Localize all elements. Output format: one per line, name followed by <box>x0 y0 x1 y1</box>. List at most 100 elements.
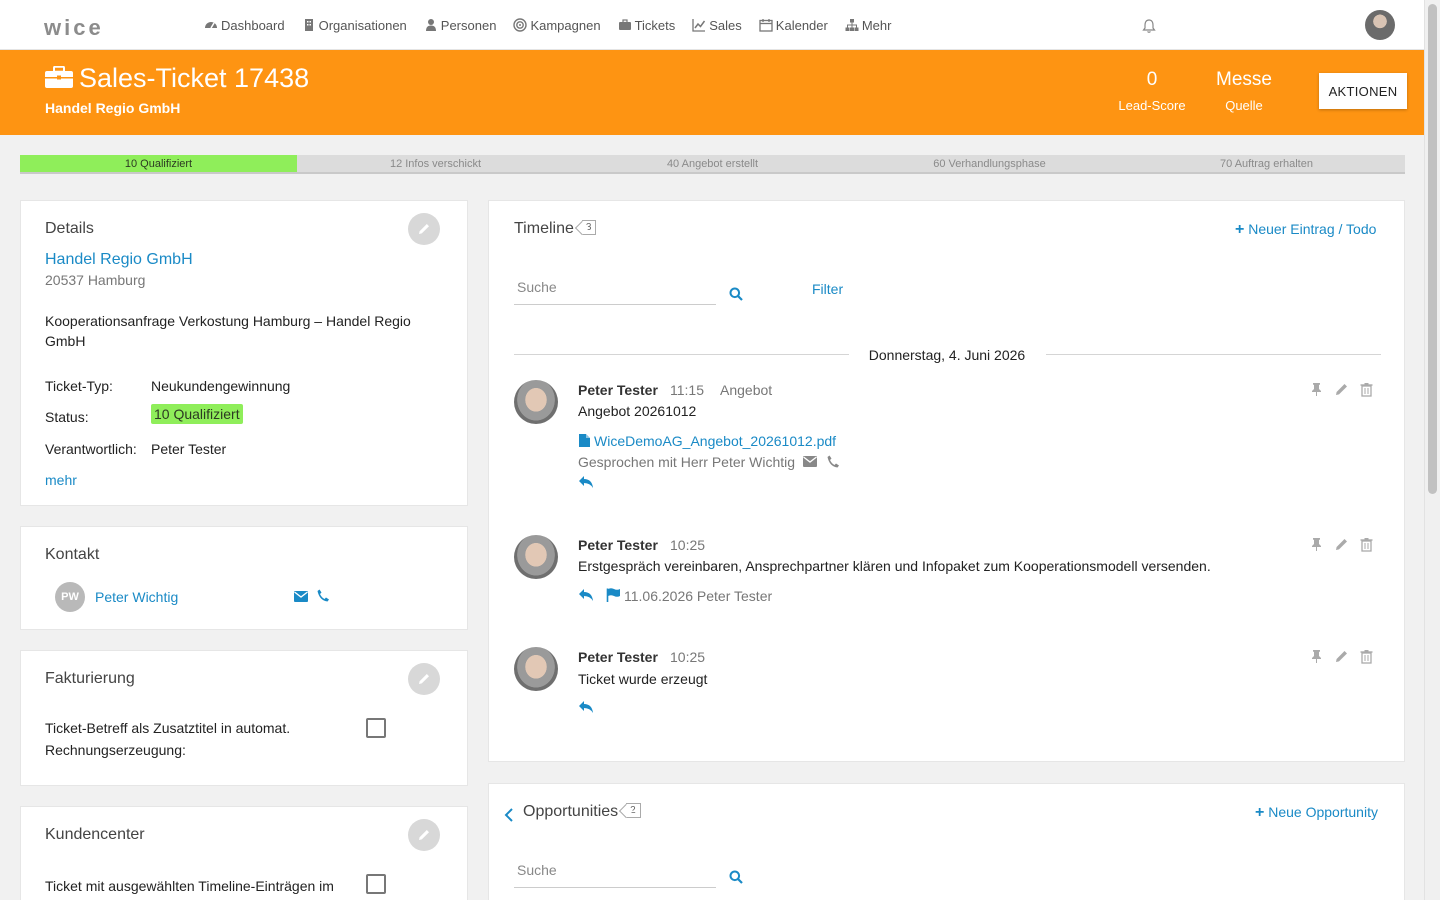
pipeline-stage[interactable]: 10 Qualifiziert <box>20 155 297 172</box>
lead-source-value: Messe <box>1216 69 1272 90</box>
timeline-heading-text: Timeline <box>514 220 574 237</box>
ticket-type-label: Ticket-Typ: <box>45 378 113 394</box>
user-icon <box>425 19 436 31</box>
chevron-left-icon[interactable] <box>504 808 514 822</box>
trash-icon[interactable] <box>1359 649 1374 664</box>
user-avatar[interactable] <box>1365 10 1395 40</box>
trash-icon[interactable] <box>1359 382 1374 397</box>
edit-details-button[interactable] <box>408 213 440 245</box>
lead-source-label: Quelle <box>1225 98 1263 113</box>
nav-organisationen[interactable]: Organisationen <box>302 18 407 33</box>
actions-button[interactable]: AKTIONEN <box>1319 73 1407 109</box>
more-link[interactable]: mehr <box>45 472 77 488</box>
nav-sales[interactable]: Sales <box>692 18 742 33</box>
entry-author[interactable]: Peter Tester <box>578 537 658 553</box>
entry-author[interactable]: Peter Tester <box>578 382 658 398</box>
contact-initials-avatar: PW <box>55 582 85 612</box>
reply-icon[interactable] <box>578 588 594 602</box>
notification-bell-icon[interactable] <box>1141 18 1157 34</box>
billing-card: Fakturierung Ticket-Betreff als Zusatzti… <box>20 650 468 786</box>
ticket-description: Kooperationsanfrage Verkostung Hamburg –… <box>45 313 411 349</box>
page-scrollbar[interactable] <box>1424 0 1440 900</box>
customer-center-checkbox[interactable] <box>366 874 386 894</box>
opportunities-card: Opportunities 2 + Neue Opportunity <box>488 783 1405 900</box>
pin-icon[interactable] <box>1309 382 1324 397</box>
phone-icon[interactable] <box>317 589 329 602</box>
entry-author-avatar[interactable] <box>514 647 558 691</box>
entry-tools <box>1309 382 1374 397</box>
briefcase-icon <box>45 66 73 88</box>
briefcase-icon <box>618 19 631 30</box>
nav-kampagnen[interactable]: Kampagnen <box>513 17 601 33</box>
edit-billing-button[interactable] <box>408 663 440 695</box>
entry-time: 11:15 <box>670 382 704 398</box>
details-heading: Details <box>45 220 94 237</box>
status-badge-text: 10 Qualifiziert <box>151 404 243 424</box>
phone-icon[interactable] <box>827 455 839 468</box>
pin-icon[interactable] <box>1309 649 1324 664</box>
app-logo[interactable]: wice <box>44 15 104 41</box>
nav-dashboard-label: Dashboard <box>221 17 285 33</box>
billing-checkbox[interactable] <box>366 718 386 738</box>
entry-time: 10:25 <box>670 537 706 553</box>
contact-heading: Kontakt <box>45 546 100 563</box>
dashboard-icon <box>205 22 217 29</box>
attachment-link[interactable]: WiceDemoAG_Angebot_20261012.pdf <box>594 433 836 449</box>
entry-text: Angebot 20261012 <box>578 403 697 419</box>
pencil-icon[interactable] <box>1334 537 1349 552</box>
nav-kalender[interactable]: Kalender <box>759 18 828 33</box>
contact-name-link[interactable]: Peter Wichtig <box>95 589 178 605</box>
opportunities-search-input[interactable] <box>514 852 716 888</box>
status-badge: 10 Qualifiziert <box>151 404 243 424</box>
pencil-icon <box>419 674 429 684</box>
trash-icon[interactable] <box>1359 537 1374 552</box>
new-opportunity-label: Neue Opportunity <box>1268 804 1378 820</box>
timeline-card: Timeline3 + Neuer Eintrag / Todo Filter … <box>488 200 1405 762</box>
pencil-icon[interactable] <box>1334 649 1349 664</box>
reply-icon[interactable] <box>578 475 594 489</box>
nav-tickets[interactable]: Tickets <box>618 17 676 33</box>
main-menu: Dashboard Organisationen Personen Kampag… <box>204 0 908 50</box>
search-icon[interactable] <box>729 870 743 884</box>
entry-author-avatar[interactable] <box>514 380 558 424</box>
opportunities-count-badge: 2 <box>626 803 641 818</box>
pipeline-stage[interactable]: 60 Verhandlungsphase <box>851 155 1128 172</box>
nav-tickets-label: Tickets <box>634 17 676 33</box>
search-icon[interactable] <box>729 287 743 301</box>
company-link[interactable]: Handel Regio GmbH <box>45 251 193 269</box>
pencil-icon[interactable] <box>1334 382 1349 397</box>
pipeline-stage[interactable]: 12 Infos verschickt <box>297 155 574 172</box>
nav-kampagnen-label: Kampagnen <box>530 17 601 33</box>
timeline-heading: Timeline 3 <box>514 220 597 238</box>
pipeline-stage[interactable]: 40 Angebot erstellt <box>574 155 851 172</box>
pipeline-stage[interactable]: 70 Auftrag erhalten <box>1128 155 1405 172</box>
scrollbar-thumb[interactable] <box>1428 4 1437 494</box>
new-opportunity-button[interactable]: + Neue Opportunity <box>1255 804 1378 822</box>
email-icon[interactable] <box>294 591 308 602</box>
date-divider: Donnerstag, 4. Juni 2026 <box>868 347 1026 363</box>
entry-author-avatar[interactable] <box>514 535 558 579</box>
nav-mehr-label: Mehr <box>861 17 892 33</box>
entry-tools <box>1309 537 1374 552</box>
nav-mehr[interactable]: Mehr <box>845 17 892 33</box>
billing-heading: Fakturierung <box>45 670 135 687</box>
filter-link[interactable]: Filter <box>812 281 843 297</box>
building-icon <box>304 19 313 31</box>
entry-author[interactable]: Peter Tester <box>578 649 658 665</box>
lead-source: Messe Quelle <box>1208 69 1280 113</box>
opportunities-heading: Opportunities 2 <box>523 803 641 821</box>
timeline-search-input[interactable] <box>514 269 716 305</box>
edit-customer-center-button[interactable] <box>408 819 440 851</box>
nav-dashboard[interactable]: Dashboard <box>204 18 285 33</box>
email-icon[interactable] <box>803 456 817 467</box>
new-entry-button[interactable]: + Neuer Eintrag / Todo <box>1235 221 1376 239</box>
plus-icon: + <box>1235 221 1245 238</box>
pin-icon[interactable] <box>1309 537 1324 552</box>
company-address: 20537 Hamburg <box>45 272 146 288</box>
contact-card: Kontakt PW Peter Wichtig <box>20 526 468 630</box>
reply-icon[interactable] <box>578 700 594 714</box>
nav-personen[interactable]: Personen <box>424 18 496 33</box>
entry-text: Ticket wurde erzeugt <box>578 671 708 687</box>
todo-info: 11.06.2026 Peter Tester <box>624 588 773 604</box>
calendar-icon <box>759 19 773 32</box>
